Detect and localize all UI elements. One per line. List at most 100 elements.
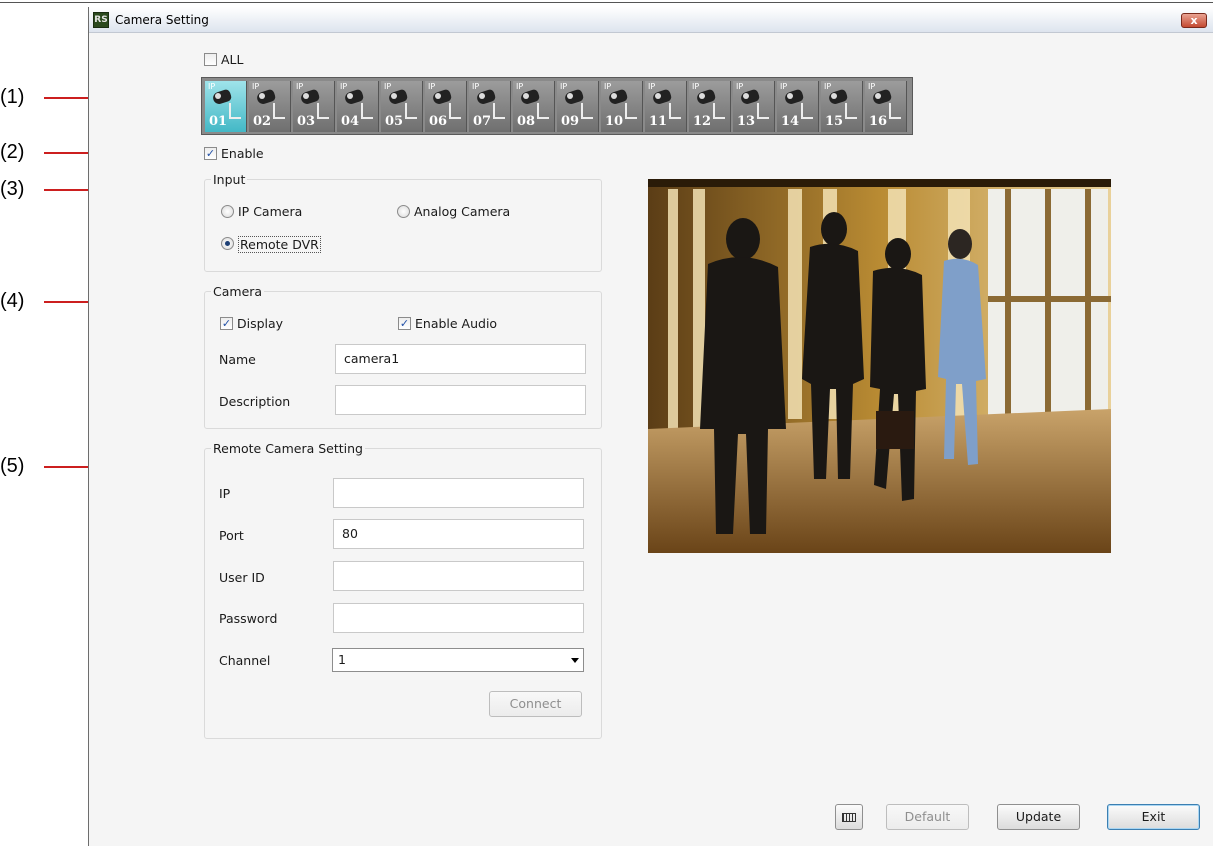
camera-lens	[391, 93, 397, 99]
camera-tile-03[interactable]: IP 03	[293, 81, 335, 132]
camera-tile-13[interactable]: IP 13	[733, 81, 775, 132]
analog-camera-label: Analog Camera	[414, 204, 511, 219]
camera-mount	[669, 103, 681, 119]
camera-number: 08	[517, 114, 536, 129]
default-button[interactable]: Default	[886, 804, 969, 830]
ip-camera-label: IP Camera	[238, 204, 303, 219]
camera-mount	[361, 103, 373, 119]
camera-tile-12[interactable]: IP 12	[689, 81, 731, 132]
camera-group-title: Camera	[211, 284, 265, 299]
camera-lens	[347, 93, 353, 99]
channel-select[interactable]: 1	[332, 648, 584, 672]
ip-tag: IP	[868, 82, 876, 91]
ip-tag: IP	[296, 82, 304, 91]
camera-number: 01	[209, 114, 228, 129]
channel-value: 1	[338, 652, 346, 667]
name-label: Name	[219, 352, 256, 367]
app-icon: RS	[93, 12, 109, 28]
camera-lens	[479, 93, 485, 99]
camera-lens	[655, 93, 661, 99]
camera-tile-01[interactable]: IP 01	[205, 81, 247, 132]
camera-tile-02[interactable]: IP 02	[249, 81, 291, 132]
camera-number: 03	[297, 114, 316, 129]
ip-tag: IP	[824, 82, 832, 91]
analog-camera-radio[interactable]	[397, 205, 410, 218]
annotation-4: (4)	[0, 290, 25, 312]
camera-mount	[757, 103, 769, 119]
camera-tile-15[interactable]: IP 15	[821, 81, 863, 132]
camera-lens	[699, 93, 705, 99]
camera-lens	[875, 93, 881, 99]
all-label: ALL	[221, 52, 244, 67]
window-title: Camera Setting	[115, 13, 209, 27]
camera-lens	[743, 93, 749, 99]
camera-mount	[713, 103, 725, 119]
input-group	[204, 179, 602, 272]
camera-tile-11[interactable]: IP 11	[645, 81, 687, 132]
camera-lens	[259, 93, 265, 99]
camera-preview-image	[648, 179, 1111, 553]
camera-number: 15	[825, 114, 844, 129]
name-field[interactable]: camera1	[335, 344, 586, 374]
camera-number: 12	[693, 114, 712, 129]
camera-number: 13	[737, 114, 756, 129]
ip-tag: IP	[384, 82, 392, 91]
camera-tile-14[interactable]: IP 14	[777, 81, 819, 132]
close-button[interactable]: x	[1181, 13, 1207, 28]
camera-mount	[449, 103, 461, 119]
enable-checkbox[interactable]: ✓	[204, 147, 217, 160]
channel-label: Channel	[219, 653, 271, 668]
camera-number: 07	[473, 114, 492, 129]
ip-tag: IP	[780, 82, 788, 91]
camera-number: 11	[649, 114, 668, 129]
camera-mount	[273, 103, 285, 119]
camera-mount	[317, 103, 329, 119]
ip-camera-radio[interactable]	[221, 205, 234, 218]
camera-number: 10	[605, 114, 624, 129]
exit-button[interactable]: Exit	[1107, 804, 1200, 830]
remote-dvr-label: Remote DVR	[238, 236, 321, 253]
camera-tile-07[interactable]: IP 07	[469, 81, 511, 132]
remote-camera-group-title: Remote Camera Setting	[211, 441, 365, 456]
display-checkbox[interactable]: ✓	[220, 317, 233, 330]
ip-label: IP	[219, 486, 231, 501]
ip-tag: IP	[208, 82, 216, 91]
description-field[interactable]	[335, 385, 586, 415]
userid-field[interactable]	[333, 561, 584, 591]
port-field[interactable]: 80	[333, 519, 584, 549]
all-checkbox[interactable]	[204, 53, 217, 66]
ip-tag: IP	[736, 82, 744, 91]
input-group-title: Input	[211, 172, 248, 187]
ip-tag: IP	[428, 82, 436, 91]
camera-mount	[889, 103, 901, 119]
ip-field[interactable]	[333, 478, 584, 508]
camera-tile-16[interactable]: IP 16	[865, 81, 907, 132]
enable-label: Enable	[221, 146, 264, 161]
port-label: Port	[219, 528, 244, 543]
ip-tag: IP	[252, 82, 260, 91]
title-bar: RS Camera Setting x	[89, 7, 1213, 33]
annotation-3: (3)	[0, 178, 25, 200]
password-label: Password	[219, 611, 278, 626]
camera-tile-05[interactable]: IP 05	[381, 81, 423, 132]
camera-lens	[787, 93, 793, 99]
camera-number: 14	[781, 114, 800, 129]
enable-audio-checkbox[interactable]: ✓	[398, 317, 411, 330]
connect-button[interactable]: Connect	[489, 691, 582, 717]
password-field[interactable]	[333, 603, 584, 633]
remote-dvr-radio[interactable]	[221, 237, 234, 250]
update-button[interactable]: Update	[997, 804, 1080, 830]
ip-tag: IP	[340, 82, 348, 91]
camera-lens	[523, 93, 529, 99]
camera-tile-06[interactable]: IP 06	[425, 81, 467, 132]
camera-lens	[303, 93, 309, 99]
keyboard-button[interactable]	[835, 804, 863, 830]
camera-mount	[537, 103, 549, 119]
camera-tile-09[interactable]: IP 09	[557, 81, 599, 132]
camera-tile-10[interactable]: IP 10	[601, 81, 643, 132]
camera-tile-08[interactable]: IP 08	[513, 81, 555, 132]
display-label: Display	[237, 316, 284, 331]
camera-tile-04[interactable]: IP 04	[337, 81, 379, 132]
ip-tag: IP	[516, 82, 524, 91]
camera-number: 16	[869, 114, 888, 129]
